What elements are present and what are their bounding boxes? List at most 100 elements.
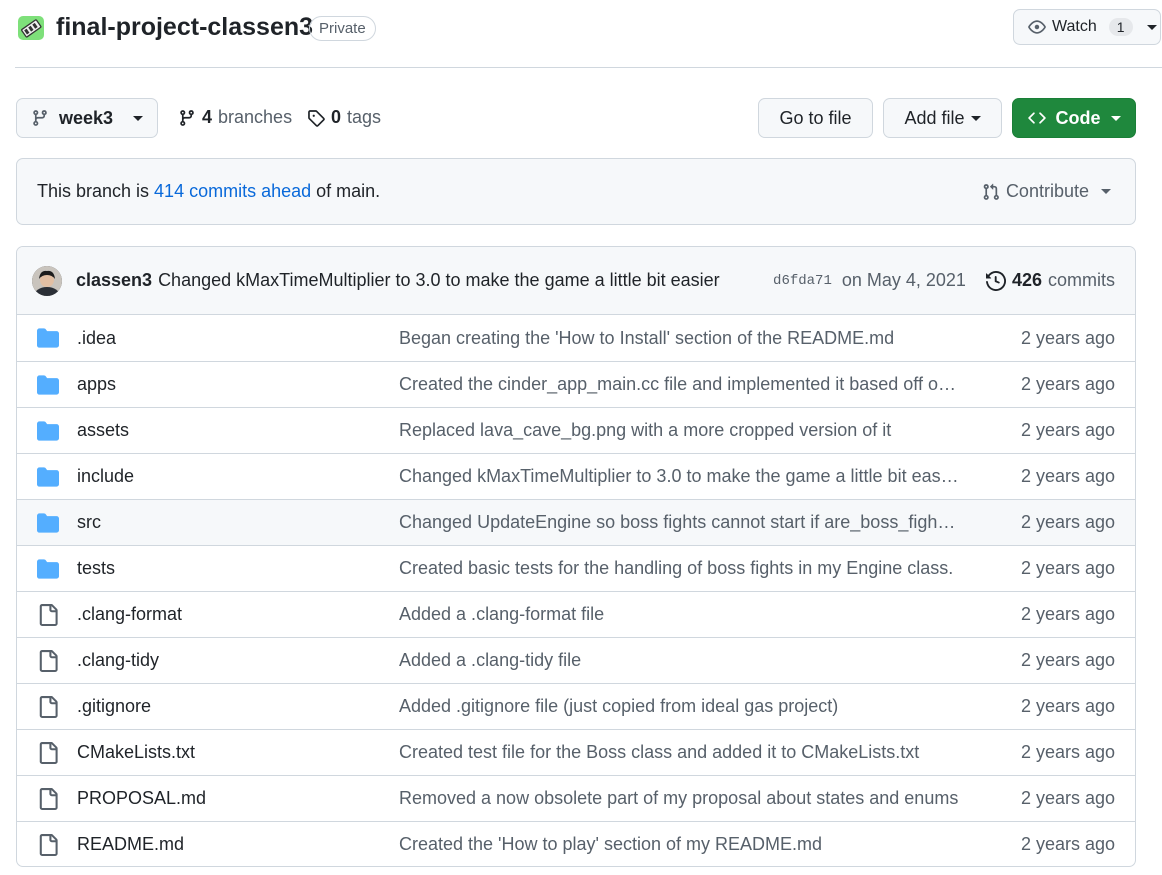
file-name-link[interactable]: .gitignore bbox=[77, 696, 399, 717]
folder-icon bbox=[37, 512, 59, 534]
tag-icon bbox=[307, 109, 325, 127]
file-row[interactable]: README.md Created the 'How to play' secti… bbox=[17, 821, 1135, 866]
branch-compare-banner: This branch is 414 commits ahead of main… bbox=[16, 158, 1136, 225]
visibility-badge: Private bbox=[309, 16, 376, 41]
current-branch-label: week3 bbox=[59, 107, 114, 128]
file-name-link[interactable]: .clang-tidy bbox=[77, 650, 399, 671]
code-button[interactable]: Code bbox=[1012, 98, 1136, 138]
file-commit-age: 2 years ago bbox=[1020, 834, 1115, 854]
file-name-link[interactable]: assets bbox=[77, 420, 399, 441]
tags-link[interactable]: 0 tags bbox=[307, 107, 381, 128]
commits-history-link[interactable]: 426 commits bbox=[985, 270, 1115, 291]
file-commit-age: 2 years ago bbox=[1020, 742, 1115, 762]
file-row[interactable]: CMakeLists.txt Created test file for the … bbox=[17, 729, 1135, 775]
branch-select-button[interactable]: week3 bbox=[16, 98, 158, 138]
chevron-down-icon bbox=[1101, 189, 1111, 194]
file-commit-age: 2 years ago bbox=[1020, 512, 1115, 532]
git-pull-request-icon bbox=[982, 183, 1000, 201]
file-commit-age: 2 years ago bbox=[1020, 374, 1115, 394]
file-icon bbox=[37, 787, 59, 810]
file-commit-message-link[interactable]: Changed kMaxTimeMultiplier to 3.0 to mak… bbox=[399, 466, 959, 487]
file-commit-message-link[interactable]: Changed UpdateEngine so boss fights cann… bbox=[399, 512, 959, 533]
file-browser: classen3 Changed kMaxTimeMultiplier to 3… bbox=[16, 246, 1136, 867]
code-icon bbox=[1027, 109, 1046, 127]
file-name-link[interactable]: src bbox=[77, 512, 399, 533]
file-row[interactable]: assets Replaced lava_cave_bg.png with a m… bbox=[17, 407, 1135, 453]
code-label: Code bbox=[1055, 107, 1101, 128]
chevron-down-icon bbox=[133, 115, 143, 121]
file-row[interactable]: src Changed UpdateEngine so boss fights c… bbox=[17, 499, 1135, 545]
file-commit-message-link[interactable]: Created test file for the Boss class and… bbox=[399, 742, 959, 763]
file-commit-message-link[interactable]: Created basic tests for the handling of … bbox=[399, 558, 959, 579]
file-commit-age: 2 years ago bbox=[1020, 604, 1115, 624]
file-name-link[interactable]: README.md bbox=[77, 834, 399, 855]
file-row[interactable]: apps Created the cinder_app_main.cc file … bbox=[17, 361, 1135, 407]
file-commit-age: 2 years ago bbox=[1020, 696, 1115, 716]
file-commit-message-link[interactable]: Created the cinder_app_main.cc file and … bbox=[399, 374, 959, 395]
folder-icon bbox=[37, 466, 59, 488]
file-icon bbox=[37, 741, 59, 764]
file-commit-message-link[interactable]: Replaced lava_cave_bg.png with a more cr… bbox=[399, 420, 959, 441]
file-name-link[interactable]: tests bbox=[77, 558, 399, 579]
commit-date: on May 4, 2021 bbox=[841, 270, 966, 290]
file-name-link[interactable]: .clang-format bbox=[77, 604, 399, 625]
chevron-down-icon bbox=[970, 115, 981, 121]
file-name-link[interactable]: .idea bbox=[77, 328, 399, 349]
latest-commit-bar: classen3 Changed kMaxTimeMultiplier to 3… bbox=[17, 247, 1135, 315]
add-file-label: Add file bbox=[904, 107, 965, 128]
folder-icon bbox=[37, 558, 59, 580]
branch-info-prefix: This branch is bbox=[37, 181, 155, 201]
watch-button[interactable]: Watch 1 bbox=[1013, 9, 1161, 45]
contribute-dropdown[interactable]: Contribute bbox=[982, 181, 1111, 202]
commit-sha-link[interactable]: d6fda71 bbox=[773, 273, 832, 289]
tags-label: tags bbox=[347, 107, 382, 127]
file-row[interactable]: tests Created basic tests for the handlin… bbox=[17, 545, 1135, 591]
go-to-file-button[interactable]: Go to file bbox=[758, 98, 873, 138]
file-row[interactable]: .clang-format Added a .clang-format file 2… bbox=[17, 591, 1135, 637]
history-icon bbox=[985, 270, 1006, 291]
folder-icon bbox=[37, 420, 59, 442]
file-row[interactable]: .gitignore Added .gitignore file (just co… bbox=[17, 683, 1135, 729]
file-commit-message-link[interactable]: Added a .clang-format file bbox=[399, 604, 959, 625]
contribute-label: Contribute bbox=[1005, 181, 1089, 201]
file-commit-age: 2 years ago bbox=[1020, 788, 1115, 808]
repo-name-link[interactable]: final-project-classen3 bbox=[56, 13, 313, 42]
file-commit-message-link[interactable]: Created the 'How to play' section of my … bbox=[399, 834, 959, 855]
eye-icon bbox=[1028, 18, 1046, 36]
file-row[interactable]: .clang-tidy Added a .clang-tidy file 2 yea… bbox=[17, 637, 1135, 683]
file-list: .idea Began creating the 'How to Install'… bbox=[17, 315, 1135, 866]
file-commit-age: 2 years ago bbox=[1020, 558, 1115, 578]
watch-label: Watch bbox=[1052, 18, 1097, 35]
file-commit-message-link[interactable]: Removed a now obsolete part of my propos… bbox=[399, 788, 959, 809]
file-name-link[interactable]: CMakeLists.txt bbox=[77, 742, 399, 763]
commit-author-link[interactable]: classen3 bbox=[76, 270, 152, 291]
repo-header: final-project-classen3 Private Watch 1 bbox=[15, 0, 1162, 68]
commit-meta: d6fda71 on May 4, 2021 426 commits bbox=[773, 247, 1115, 314]
file-row[interactable]: PROPOSAL.md Removed a now obsolete part o… bbox=[17, 775, 1135, 821]
avatar[interactable] bbox=[32, 265, 62, 296]
file-commit-message-link[interactable]: Began creating the 'How to Install' sect… bbox=[399, 328, 959, 349]
git-branch-icon bbox=[31, 109, 49, 127]
file-commit-message-link[interactable]: Added .gitignore file (just copied from … bbox=[399, 696, 959, 717]
commit-message-link[interactable]: Changed kMaxTimeMultiplier to 3.0 to mak… bbox=[158, 270, 720, 291]
watch-count: 1 bbox=[1108, 18, 1133, 36]
tags-count: 0 bbox=[331, 107, 342, 127]
file-row[interactable]: include Changed kMaxTimeMultiplier to 3.0… bbox=[17, 453, 1135, 499]
file-name-link[interactable]: PROPOSAL.md bbox=[77, 788, 399, 809]
add-file-button[interactable]: Add file bbox=[883, 98, 1002, 138]
branches-count: 4 bbox=[202, 107, 213, 127]
folder-icon bbox=[37, 327, 59, 349]
file-icon bbox=[37, 833, 59, 856]
commits-ahead-link[interactable]: 414 commits ahead bbox=[154, 181, 311, 202]
file-commit-message-link[interactable]: Added a .clang-tidy file bbox=[399, 650, 959, 671]
file-icon bbox=[37, 695, 59, 718]
file-icon bbox=[37, 603, 59, 626]
file-commit-age: 2 years ago bbox=[1020, 420, 1115, 440]
file-row[interactable]: .idea Began creating the 'How to Install'… bbox=[17, 315, 1135, 361]
file-name-link[interactable]: apps bbox=[77, 374, 399, 395]
branches-label: branches bbox=[218, 107, 293, 127]
file-name-link[interactable]: include bbox=[77, 466, 399, 487]
branches-link[interactable]: 4 branches bbox=[178, 107, 292, 128]
branch-info-suffix: of main. bbox=[311, 181, 381, 201]
chevron-down-icon bbox=[1146, 24, 1157, 30]
